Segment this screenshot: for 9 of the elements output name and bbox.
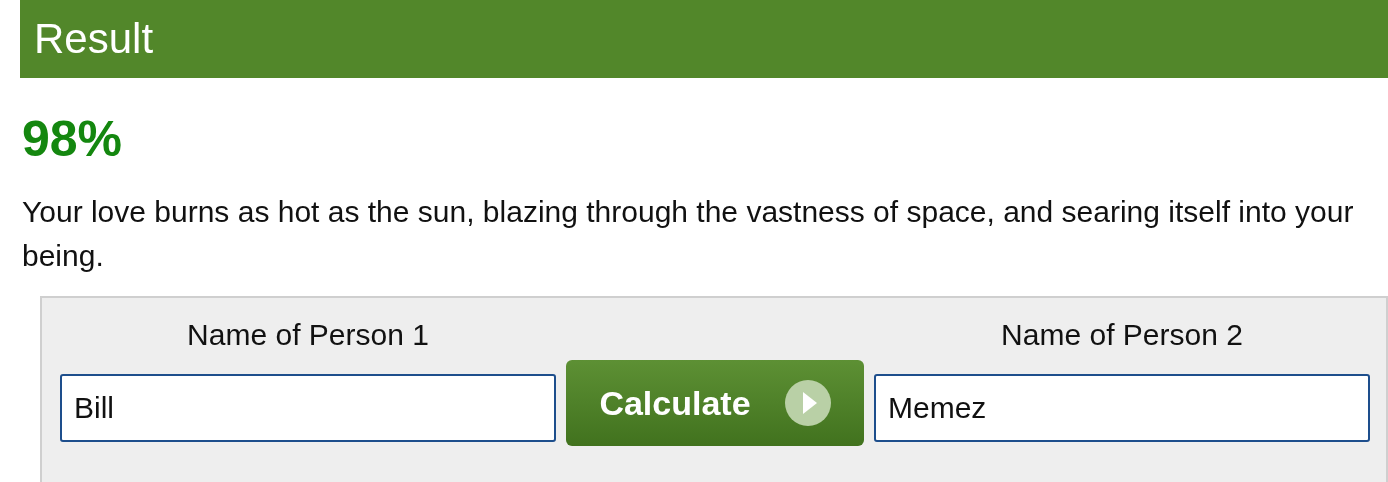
match-percentage: 98% xyxy=(22,114,124,164)
result-header: Result xyxy=(20,0,1388,78)
field-label: Name of Person 2 xyxy=(1000,318,1244,353)
play-icon xyxy=(784,380,831,426)
name-input-field[interactable]: Bill xyxy=(60,374,556,442)
name-input-field[interactable]: Memez xyxy=(874,374,1370,442)
field-label: Name of Person 1 xyxy=(186,318,430,353)
calculate-button[interactable]: Calculate xyxy=(566,360,864,446)
result-message: Your love burns as hot as the sun, blazing through the vastness of space, and searing itself into your being. xyxy=(22,194,1355,274)
